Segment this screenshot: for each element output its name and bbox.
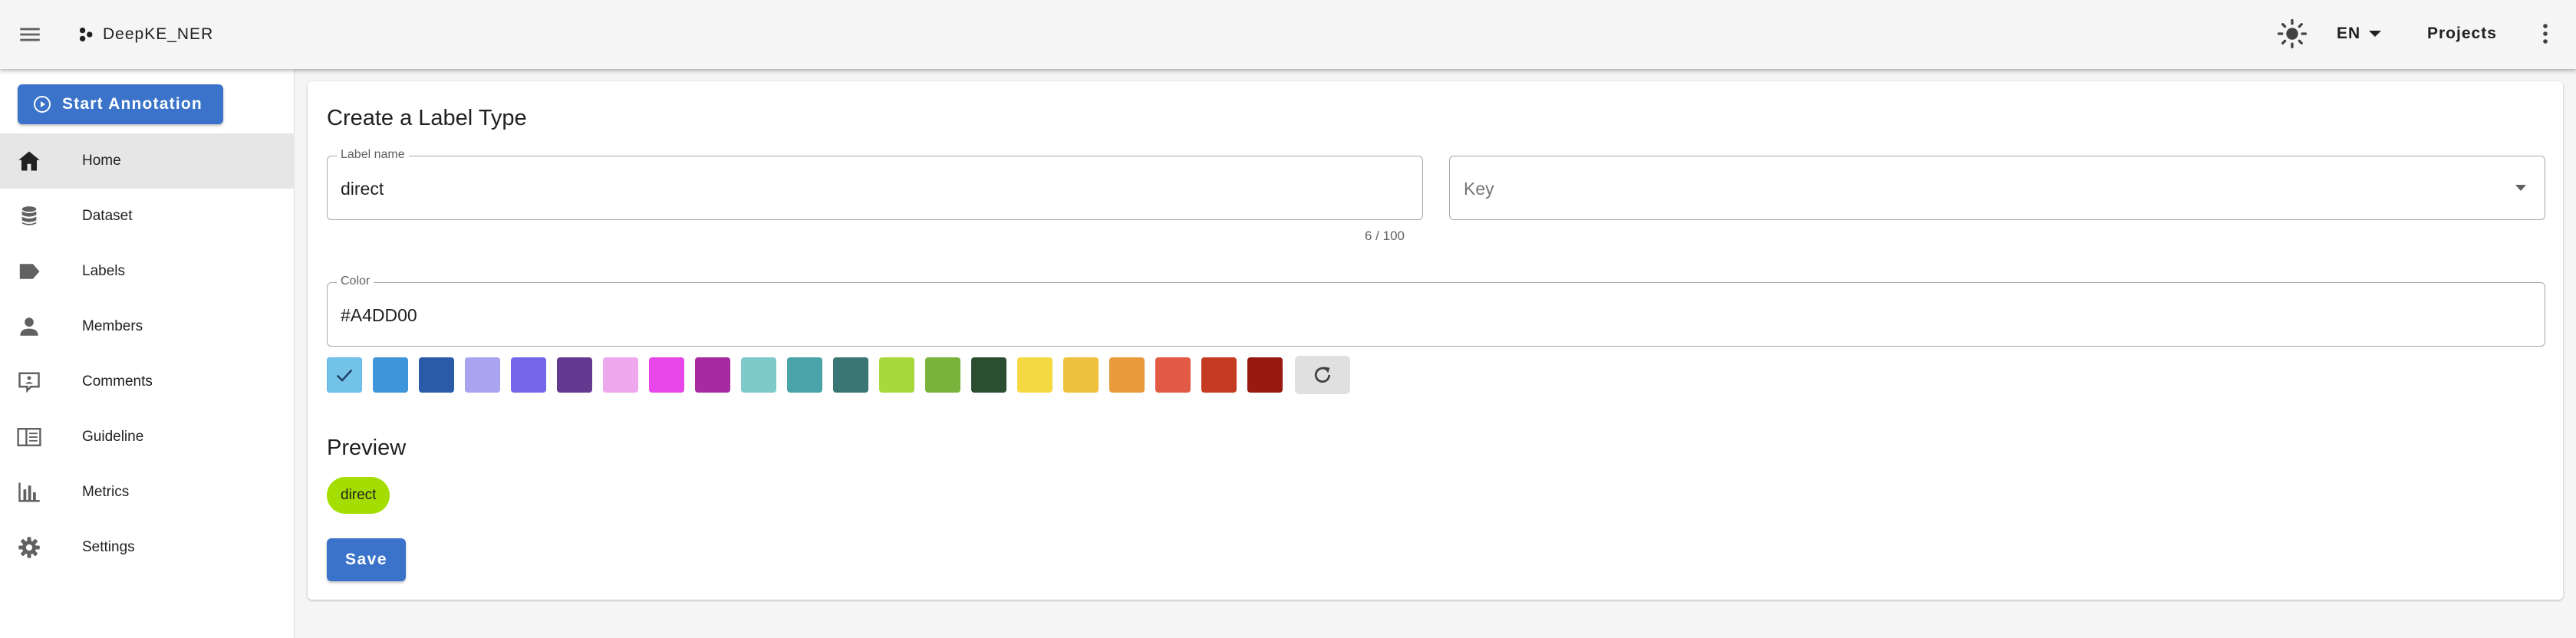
color-swatch[interactable]: [971, 357, 1006, 393]
chart-bar-icon: [17, 482, 41, 503]
color-swatch[interactable]: [557, 357, 592, 393]
color-swatch[interactable]: [465, 357, 500, 393]
create-label-card: Create a Label Type Label name direct 6 …: [308, 81, 2563, 600]
language-menu[interactable]: EN: [2337, 18, 2382, 49]
color-swatch[interactable]: [511, 357, 546, 393]
color-swatch[interactable]: [327, 357, 362, 393]
save-button[interactable]: Save: [327, 538, 406, 581]
color-swatch[interactable]: [1201, 357, 1237, 393]
play-circle-icon: [34, 96, 51, 113]
color-field[interactable]: Color #A4DD00: [327, 275, 2545, 347]
key-select[interactable]: Key: [1449, 156, 2545, 220]
color-swatch[interactable]: [787, 357, 822, 393]
home-icon: [17, 150, 41, 172]
preview-chip: direct: [327, 477, 390, 514]
color-swatch[interactable]: [603, 357, 638, 393]
sidebar-item-metrics[interactable]: Metrics: [0, 465, 295, 520]
comment-icon: [17, 371, 41, 393]
sidebar-item-label: Members: [82, 318, 143, 334]
label-name-field[interactable]: Label name direct: [327, 148, 1423, 220]
language-label: EN: [2337, 25, 2361, 42]
color-value: #A4DD00: [341, 305, 417, 325]
label-name-caption: Label name: [337, 148, 409, 162]
dots-logo-icon: [77, 25, 97, 44]
sidebar-item-labels[interactable]: Labels: [0, 244, 295, 299]
dots-vertical-icon[interactable]: [2536, 18, 2555, 49]
cog-icon: [17, 537, 41, 558]
color-swatch[interactable]: [1017, 357, 1052, 393]
app-bar: DeepKE_NER EN Projects: [0, 0, 2576, 69]
color-swatch[interactable]: [1155, 357, 1191, 393]
sidebar-item-label: Metrics: [82, 484, 130, 500]
caret-down-icon: [2515, 185, 2526, 191]
app-title: DeepKE_NER: [103, 25, 214, 43]
color-swatch[interactable]: [879, 357, 914, 393]
color-swatches: [327, 356, 1350, 394]
sidebar-item-label: Settings: [82, 539, 135, 555]
book-icon: [17, 426, 41, 448]
sidebar-item-members[interactable]: Members: [0, 299, 295, 354]
start-annotation-button[interactable]: Start Annotation: [18, 84, 223, 124]
sidebar-item-guideline[interactable]: Guideline: [0, 409, 295, 465]
refresh-icon: [1314, 367, 1331, 383]
color-caption: Color: [337, 275, 374, 288]
app-brand[interactable]: DeepKE_NER: [77, 21, 213, 48]
key-placeholder: Key: [1464, 179, 1494, 199]
caret-down-icon: [2369, 31, 2382, 37]
char-counter: 6 / 100: [1365, 229, 1405, 243]
refresh-color-button[interactable]: [1295, 356, 1350, 394]
sidebar-item-label: Comments: [82, 373, 153, 390]
color-swatch[interactable]: [419, 357, 454, 393]
sidebar-item-label: Guideline: [82, 429, 144, 445]
database-icon: [17, 206, 41, 227]
color-swatch[interactable]: [1247, 357, 1283, 393]
sidebar-item-settings[interactable]: Settings: [0, 520, 295, 575]
sidebar-item-label: Home: [82, 153, 121, 169]
sidebar-item-dataset[interactable]: Dataset: [0, 189, 295, 244]
color-swatch[interactable]: [695, 357, 730, 393]
account-icon: [17, 316, 41, 337]
sidebar-item-comments[interactable]: Comments: [0, 354, 295, 409]
color-swatch[interactable]: [925, 357, 960, 393]
color-swatch[interactable]: [741, 357, 776, 393]
sidebar-item-label: Dataset: [82, 208, 133, 224]
check-icon: [336, 369, 353, 382]
sidebar-item-label: Labels: [82, 263, 125, 279]
brightness-icon[interactable]: [2275, 17, 2309, 51]
page-title: Create a Label Type: [327, 106, 527, 130]
color-swatch[interactable]: [1109, 357, 1145, 393]
label-icon: [17, 261, 41, 282]
projects-link[interactable]: Projects: [2427, 18, 2497, 49]
sidebar-item-home[interactable]: Home: [0, 133, 295, 189]
color-swatch[interactable]: [833, 357, 868, 393]
color-swatch[interactable]: [1063, 357, 1099, 393]
preview-title: Preview: [327, 436, 407, 460]
sidebar-nav: Home Dataset Labels Members Comments Gui…: [0, 133, 295, 575]
hamburger-menu-icon[interactable]: [17, 21, 43, 48]
label-name-value: direct: [341, 179, 384, 199]
sidebar: Start Annotation Home Dataset Labels Mem…: [0, 69, 295, 638]
color-swatch[interactable]: [649, 357, 684, 393]
color-swatch[interactable]: [373, 357, 408, 393]
start-annotation-label: Start Annotation: [62, 95, 203, 113]
